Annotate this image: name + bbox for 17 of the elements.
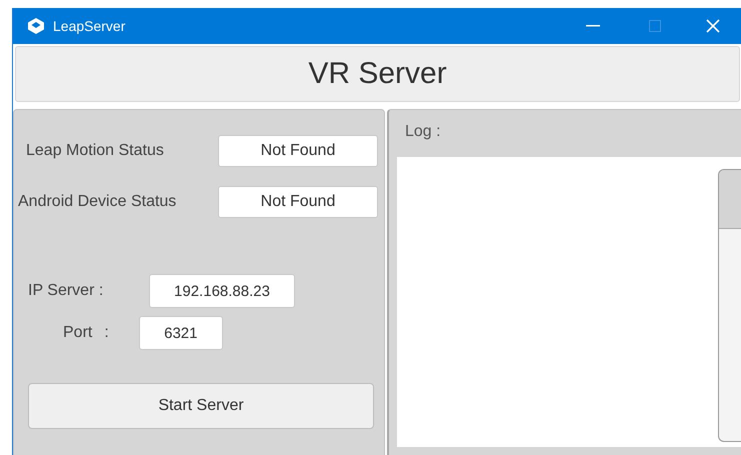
minimize-icon[interactable] (586, 25, 600, 27)
window-title: LeapServer (53, 18, 126, 34)
start-server-button[interactable]: Start Server (28, 383, 374, 429)
scrollbar[interactable] (718, 169, 741, 442)
cube-icon (27, 17, 45, 35)
app-title: VR Server (308, 57, 447, 91)
status-label: Leap Motion Status (25, 142, 165, 160)
port-field[interactable]: 6321 (138, 316, 223, 350)
status-label: Android Device Status (18, 193, 178, 211)
ip-label: IP Server : (27, 282, 104, 300)
log-label: Log : (404, 122, 442, 142)
port-label: Port (63, 324, 92, 342)
status-field: Not Found (218, 135, 378, 167)
port-colon: : (104, 324, 109, 342)
ip-field[interactable]: 192.168.88.23 (149, 274, 295, 308)
close-icon[interactable] (706, 19, 720, 33)
status-field: Not Found (218, 186, 378, 218)
